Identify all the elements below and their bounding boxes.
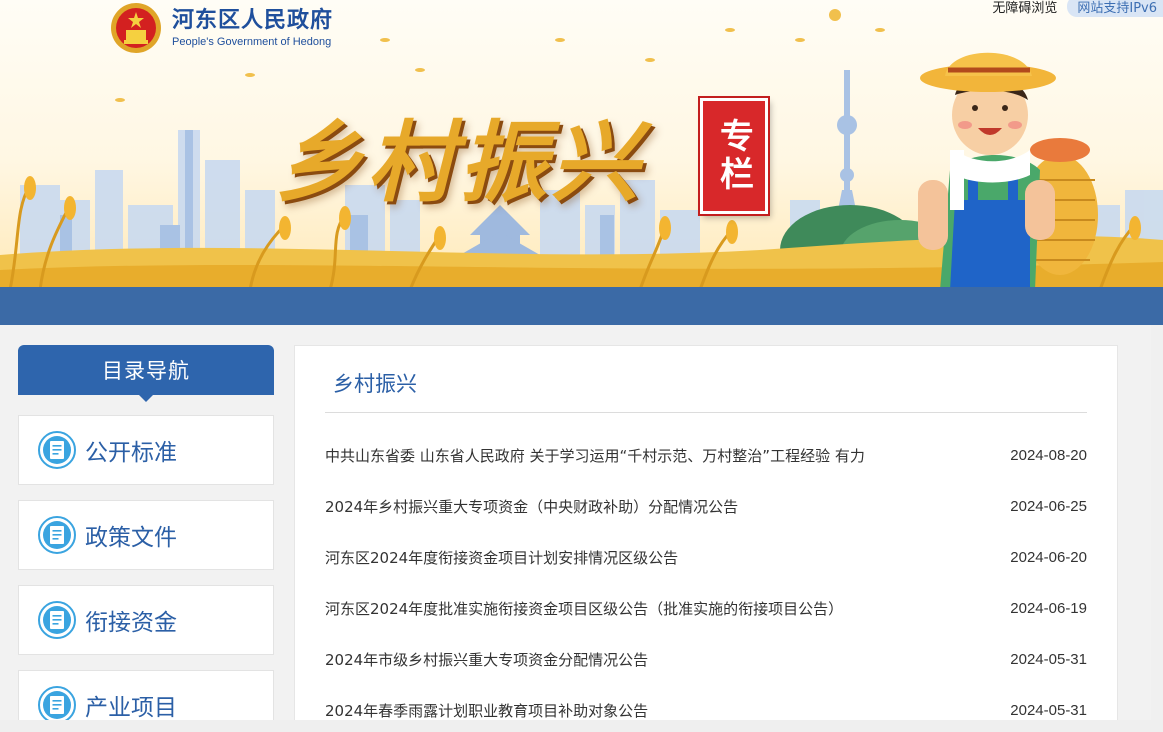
news-title[interactable]: 2024年市级乡村振兴重大专项资金分配情况公告 [325,649,648,670]
farmer-illustration [918,52,1098,290]
title-divider [325,412,1087,413]
news-item[interactable]: 2024年市级乡村振兴重大专项资金分配情况公告 2024-05-31 [325,644,1087,674]
nav-bar [0,287,1163,325]
news-date: 2024-05-31 [1010,650,1087,668]
news-date: 2024-05-31 [1010,701,1087,719]
sidebar-item-linkage-funds[interactable]: 衔接资金 [18,585,274,655]
top-links: 无障碍浏览 网站支持IPv6 [992,0,1163,17]
document-icon [38,431,76,469]
news-date: 2024-06-25 [1010,497,1087,515]
org-name-cn: 河东区人民政府 [172,8,334,33]
org-name-en: People's Government of Hedong [172,36,332,48]
content-panel: 乡村振兴 中共山东省委 山东省人民政府 关于学习运用“千村示范、万村整治”工程经… [294,345,1118,732]
news-title[interactable]: 2024年乡村振兴重大专项资金（中央财政补助）分配情况公告 [325,496,738,517]
page-scrollbar[interactable] [1151,325,1163,732]
banner-title: 乡村振兴 [275,110,644,214]
sidebar-item-policy-documents[interactable]: 政策文件 [18,500,274,570]
sidebar-item-label: 政策文件 [85,525,177,551]
national-emblem-icon [111,3,161,53]
section-title: 乡村振兴 [333,372,417,396]
sidebar-item-label: 产业项目 [85,695,177,721]
news-item[interactable]: 2024年乡村振兴重大专项资金（中央财政补助）分配情况公告 2024-06-25 [325,491,1087,521]
ipv6-badge: 网站支持IPv6 [1067,0,1163,17]
sidebar-header: 目录导航 [18,345,274,402]
news-title[interactable]: 河东区2024年度批准实施衔接资金项目区级公告（批准实施的衔接项目公告） [325,598,843,619]
site-logo[interactable]: 河东区人民政府 People's Government of Hedong [110,2,333,54]
news-date: 2024-06-19 [1010,599,1087,617]
sidebar: 目录导航 公开标准 政策文件 衔接资金 产业项目 [18,345,274,732]
news-title[interactable]: 河东区2024年度衔接资金项目计划安排情况区级公告 [325,547,678,568]
column-tag: 专栏 [700,98,768,214]
document-icon [38,601,76,639]
news-item[interactable]: 河东区2024年度衔接资金项目计划安排情况区级公告 2024-06-20 [325,542,1087,572]
news-item[interactable]: 中共山东省委 山东省人民政府 关于学习运用“千村示范、万村整治”工程经验 有力 … [325,440,1087,470]
document-icon [38,686,76,724]
news-title[interactable]: 2024年春季雨露计划职业教育项目补助对象公告 [325,700,648,721]
document-icon [38,516,76,554]
sidebar-item-public-standards[interactable]: 公开标准 [18,415,274,485]
news-date: 2024-06-20 [1010,548,1087,566]
sidebar-item-label: 衔接资金 [85,610,177,636]
sidebar-item-label: 公开标准 [85,440,177,466]
news-date: 2024-08-20 [1010,446,1087,464]
news-title[interactable]: 中共山东省委 山东省人民政府 关于学习运用“千村示范、万村整治”工程经验 有力 [325,445,865,466]
accessible-browsing-link[interactable]: 无障碍浏览 [992,0,1057,16]
banner: 河东区人民政府 People's Government of Hedong 无障… [0,0,1163,290]
column-tag-label: 专栏 [713,118,754,194]
news-item[interactable]: 河东区2024年度批准实施衔接资金项目区级公告（批准实施的衔接项目公告） 202… [325,593,1087,623]
bottom-strip [0,720,1163,732]
